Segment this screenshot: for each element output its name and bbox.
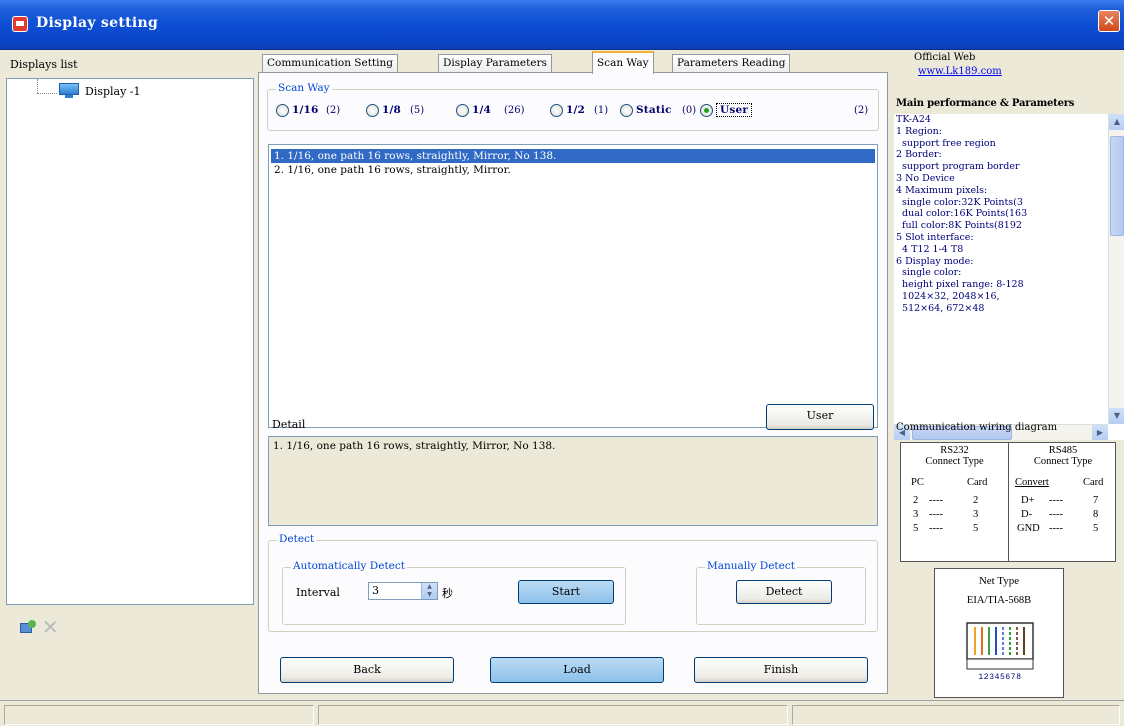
- load-button[interactable]: Load: [490, 657, 664, 683]
- auto-detect-label: Automatically Detect: [291, 560, 407, 572]
- back-button[interactable]: Back: [280, 657, 454, 683]
- status-pane: [4, 705, 314, 725]
- official-web-label: Official Web: [914, 52, 976, 63]
- radio-1-8-count: (5): [410, 105, 425, 116]
- spinner-arrows-icon[interactable]: ▲ ▼: [421, 583, 437, 599]
- wiring-diagram-title: Communication wiring diagram: [896, 422, 1058, 433]
- vertical-scrollbar[interactable]: ▲ ▼: [1108, 114, 1124, 424]
- detect-group-label: Detect: [277, 533, 317, 545]
- rs232-left-label: PC: [911, 477, 924, 488]
- interval-label: Interval: [296, 586, 340, 599]
- net-type-title: Net Type: [978, 575, 1020, 587]
- radio-1-2-label[interactable]: 1/2: [566, 104, 585, 116]
- list-item[interactable]: 1. 1/16, one path 16 rows, straightly, M…: [271, 149, 875, 163]
- rs485-subtitle: Connect Type: [1033, 456, 1093, 467]
- rs232-right-label: Card: [967, 477, 988, 488]
- radio-static[interactable]: [620, 104, 633, 117]
- scroll-right-icon[interactable]: ▶: [1092, 425, 1108, 440]
- radio-static-count: (0): [682, 105, 697, 116]
- tab-scan-way[interactable]: Scan Way: [592, 51, 654, 74]
- rs485-title: RS485: [1048, 445, 1078, 456]
- delete-display-icon[interactable]: ✕: [42, 617, 60, 637]
- tree-connector: [37, 93, 57, 94]
- radio-1-16[interactable]: [276, 104, 289, 117]
- radio-1-4-label[interactable]: 1/4: [472, 104, 491, 116]
- rs485-column: RS485 Connect Type Convert Card D+ ---- …: [1009, 443, 1117, 561]
- display-monitor-icon: [59, 83, 79, 99]
- detail-text: 1. 1/16, one path 16 rows, straightly, M…: [273, 440, 556, 452]
- status-pane: [318, 705, 788, 725]
- performance-textbox[interactable]: TK-A24 1 Region: support free region 2 B…: [894, 114, 1124, 440]
- performance-title: Main performance & Parameters: [896, 98, 1075, 109]
- tab-parameters-reading[interactable]: Parameters Reading: [672, 54, 791, 73]
- scan-way-group: Scan Way 1/16 (2) 1/8 (5) 1/4 (26) 1/2 (…: [267, 82, 879, 131]
- interval-unit: 秒: [442, 587, 453, 600]
- net-type-diagram: Net Type EIA/TIA-568B 12345678: [934, 568, 1064, 698]
- info-panel: Official Web www.Lk189.com Main performa…: [894, 50, 1124, 698]
- radio-user-count: (2): [854, 105, 869, 116]
- start-button[interactable]: Start: [518, 580, 614, 604]
- radio-1-4-count: (26): [504, 105, 525, 116]
- list-item[interactable]: 2. 1/16, one path 16 rows, straightly, M…: [271, 163, 875, 177]
- add-display-icon[interactable]: [20, 620, 36, 634]
- rs232-column: RS232 Connect Type PC Card 2 ---- 2 3 --…: [901, 443, 1009, 561]
- status-pane: [792, 705, 1120, 725]
- detail-label: Detail: [272, 418, 306, 431]
- radio-user-label[interactable]: User: [716, 103, 753, 117]
- tree-connector: [37, 79, 38, 93]
- official-web-link[interactable]: www.Lk189.com: [918, 66, 1002, 77]
- scroll-up-icon[interactable]: ▲: [1109, 114, 1124, 130]
- radio-1-8[interactable]: [366, 104, 379, 117]
- radio-user[interactable]: [700, 104, 713, 117]
- displays-list-label: Displays list: [10, 58, 78, 71]
- status-bar: [0, 700, 1124, 726]
- scroll-thumb[interactable]: [1110, 136, 1124, 236]
- left-toolbar: ✕: [20, 617, 80, 638]
- scan-way-list[interactable]: 1. 1/16, one path 16 rows, straightly, M…: [268, 144, 878, 428]
- radio-1-8-label[interactable]: 1/8: [382, 104, 401, 116]
- app-icon: [12, 16, 28, 32]
- scroll-down-icon[interactable]: ▼: [1109, 408, 1124, 424]
- interval-spinner[interactable]: 3 ▲ ▼: [368, 582, 438, 600]
- interval-value: 3: [372, 584, 379, 597]
- performance-text: TK-A24 1 Region: support free region 2 B…: [896, 114, 1028, 314]
- radio-static-label[interactable]: Static: [636, 104, 672, 116]
- manual-detect-label: Manually Detect: [705, 560, 797, 572]
- wiring-diagram: RS232 Connect Type PC Card 2 ---- 2 3 --…: [900, 442, 1116, 562]
- net-type-standard: EIA/TIA-568B: [966, 595, 1032, 606]
- tab-display-parameters[interactable]: Display Parameters: [438, 54, 552, 73]
- title-bar: Display setting ✕: [0, 0, 1124, 50]
- rs232-title: RS232: [940, 445, 969, 456]
- rj45-pin-numbers: 12345678: [978, 673, 1022, 682]
- rs232-subtitle: Connect Type: [925, 456, 984, 467]
- radio-1-4[interactable]: [456, 104, 469, 117]
- radio-1-2[interactable]: [550, 104, 563, 117]
- tab-communication-setting[interactable]: Communication Setting: [262, 54, 398, 73]
- radio-1-16-label[interactable]: 1/16: [292, 104, 319, 116]
- finish-button[interactable]: Finish: [694, 657, 868, 683]
- radio-1-16-count: (2): [326, 105, 341, 116]
- rs485-left-label: Convert: [1015, 477, 1049, 488]
- rs485-right-label: Card: [1083, 477, 1104, 488]
- radio-1-2-count: (1): [594, 105, 609, 116]
- scan-way-group-label: Scan Way: [276, 82, 332, 94]
- detect-button[interactable]: Detect: [736, 580, 832, 604]
- window-title: Display setting: [36, 15, 159, 31]
- displays-tree[interactable]: Display -1: [6, 78, 254, 605]
- detail-box: 1. 1/16, one path 16 rows, straightly, M…: [268, 436, 878, 526]
- tree-item-display-1[interactable]: Display -1: [85, 85, 141, 98]
- rj45-connector-icon: [966, 622, 1034, 670]
- user-button[interactable]: User: [766, 404, 874, 430]
- close-button[interactable]: ✕: [1098, 10, 1120, 32]
